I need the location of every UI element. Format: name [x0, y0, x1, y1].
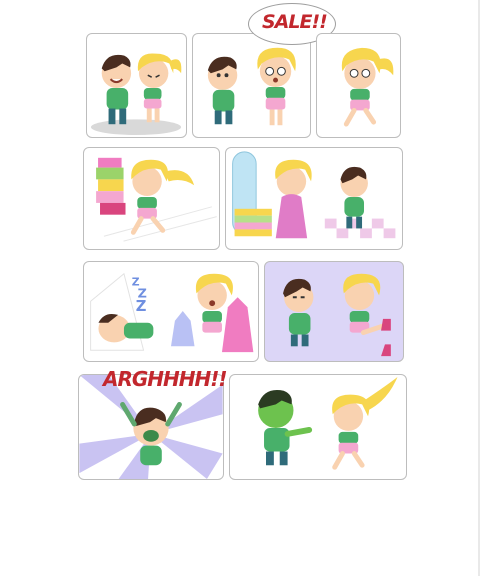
sfx-sale: SALE!!: [262, 11, 328, 33]
panel-9-zombie-chases-girl: [229, 374, 407, 480]
folded-clothes: [234, 208, 272, 237]
panel-1-couple-happy: [86, 33, 187, 138]
zombie-boy-figure: [258, 389, 313, 466]
panel-6-boy-sleeping: Z Z Z: [83, 261, 259, 362]
girl-figure: [130, 159, 195, 235]
girl-figure: [137, 53, 182, 123]
sfx-argh: ARGHHHH!!: [103, 367, 227, 391]
boy-figure: [101, 54, 132, 125]
girl-figure: [343, 273, 391, 357]
panel-7-girl-shows-shoe: [264, 261, 404, 362]
girl-figure: [341, 47, 394, 127]
girl-figure: [257, 47, 296, 126]
girl-figure: [275, 159, 312, 239]
shopping-boxes: [96, 157, 126, 215]
girl-figure-fleeing: [332, 376, 398, 470]
panel-3-girl-runs: [316, 33, 401, 138]
svg-text:Z: Z: [136, 298, 147, 315]
boy-figure: [207, 56, 238, 125]
panel-2-girl-sees-sale: [192, 33, 311, 138]
panel-5-mirror-shopping: [225, 147, 403, 250]
boy-figure: [283, 278, 314, 347]
panel-4-girl-carries-boxes: [83, 147, 220, 250]
